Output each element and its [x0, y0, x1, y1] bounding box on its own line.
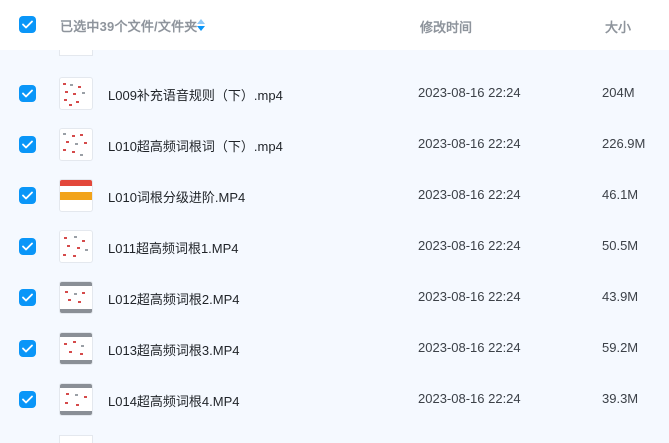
file-modified-time: 2023-08-16 22:24: [418, 136, 521, 151]
file-size: 43.9M: [602, 289, 639, 304]
size-column-header[interactable]: 大小: [605, 17, 631, 36]
file-name[interactable]: L012超高频词根2.MP4: [108, 289, 240, 308]
video-thumbnail: [60, 333, 92, 364]
file-size: 46.1M: [602, 187, 639, 202]
check-icon: [22, 140, 33, 149]
row-checkbox[interactable]: [19, 238, 36, 255]
video-thumbnail: [60, 384, 92, 415]
check-icon: [22, 293, 33, 302]
file-modified-time: 2023-08-16 22:24: [418, 340, 521, 355]
list-header: 已选中39个文件/文件夹 修改时间 大小: [0, 0, 669, 50]
file-modified-time: 2023-08-16 22:24: [418, 289, 521, 304]
file-list: L009补充语音规则（下）.mp4 2023-08-16 22:24 204M …: [0, 0, 669, 443]
file-modified-time: 2023-08-16 22:24: [418, 391, 521, 406]
select-all-checkbox[interactable]: [19, 16, 36, 33]
modified-time-column-header[interactable]: 修改时间: [420, 17, 472, 36]
selection-count-label: 已选中39个文件/文件夹: [60, 19, 198, 34]
row-checkbox[interactable]: [19, 391, 36, 408]
file-name[interactable]: L010词根分级进阶.MP4: [108, 187, 245, 206]
file-row[interactable]: L010超高频词根词（下）.mp4 2023-08-16 22:24 226.9…: [0, 119, 669, 170]
file-name[interactable]: L010超高频词根词（下）.mp4: [108, 136, 283, 155]
check-icon: [22, 395, 33, 404]
file-size: 50.5M: [602, 238, 639, 253]
row-checkbox[interactable]: [19, 289, 36, 306]
video-thumbnail: [60, 231, 92, 262]
check-icon: [22, 191, 33, 200]
check-icon: [22, 89, 33, 98]
video-thumbnail: [60, 129, 92, 160]
row-checkbox[interactable]: [19, 187, 36, 204]
check-icon: [22, 344, 33, 353]
file-row[interactable]: L013超高频词根3.MP4 2023-08-16 22:24 59.2M: [0, 323, 669, 374]
file-size: 226.9M: [602, 136, 646, 151]
video-thumbnail: [60, 78, 92, 109]
file-size: 39.3M: [602, 391, 639, 406]
file-modified-time: 2023-08-16 22:24: [418, 187, 521, 202]
file-size: 204M: [602, 85, 635, 100]
file-size: 59.2M: [602, 340, 639, 355]
file-name[interactable]: L009补充语音规则（下）.mp4: [108, 85, 283, 104]
sort-icon[interactable]: [197, 18, 205, 36]
row-checkbox[interactable]: [19, 136, 36, 153]
file-name[interactable]: L011超高频词根1.MP4: [108, 238, 239, 257]
check-icon: [22, 20, 33, 29]
file-modified-time: 2023-08-16 22:24: [418, 85, 521, 100]
row-checkbox[interactable]: [19, 85, 36, 102]
file-modified-time: 2023-08-16 22:24: [418, 238, 521, 253]
file-name[interactable]: L013超高频词根3.MP4: [108, 340, 240, 359]
row-checkbox[interactable]: [19, 340, 36, 357]
file-row[interactable]: L010词根分级进阶.MP4 2023-08-16 22:24 46.1M: [0, 170, 669, 221]
check-icon: [22, 242, 33, 251]
file-row[interactable]: L009补充语音规则（下）.mp4 2023-08-16 22:24 204M: [0, 68, 669, 119]
thumbnail-partial-bottom: [60, 436, 92, 443]
file-row[interactable]: L011超高频词根1.MP4 2023-08-16 22:24 50.5M: [0, 221, 669, 272]
video-thumbnail: [60, 282, 92, 313]
file-row[interactable]: L014超高频词根4.MP4 2023-08-16 22:24 39.3M: [0, 374, 669, 425]
file-name[interactable]: L014超高频词根4.MP4: [108, 391, 240, 410]
video-thumbnail: [60, 180, 92, 211]
file-row[interactable]: L012超高频词根2.MP4 2023-08-16 22:24 43.9M: [0, 272, 669, 323]
